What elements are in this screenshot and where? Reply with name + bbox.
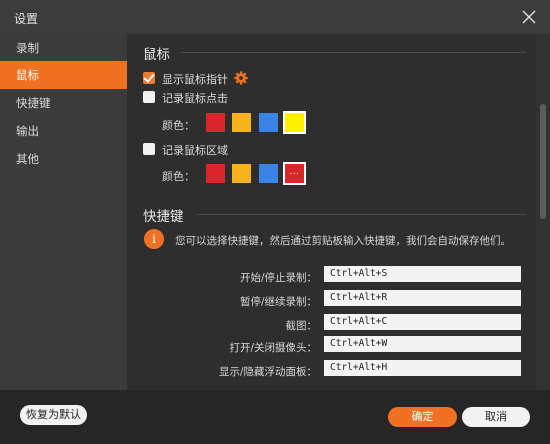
hotkey-input-webcam[interactable]: Ctrl+Alt+W: [324, 336, 521, 352]
section-divider: [196, 214, 526, 215]
gear-icon[interactable]: [234, 71, 248, 85]
window-title: 设置: [14, 12, 39, 26]
sidebar-item-mouse[interactable]: 鼠标: [0, 61, 127, 89]
content-scrollbar[interactable]: [536, 34, 550, 390]
scrollbar-thumb[interactable]: [540, 104, 546, 219]
hotkey-input-screenshot[interactable]: Ctrl+Alt+C: [324, 314, 521, 330]
section-divider: [181, 52, 526, 53]
click-color-swatch-3[interactable]: [259, 113, 278, 132]
record-area-label: 记录鼠标区域: [162, 144, 228, 157]
click-color-swatch-4[interactable]: [285, 113, 304, 132]
area-color-label: 颜色：: [162, 170, 195, 183]
sidebar-item-hotkeys[interactable]: 快捷键: [0, 89, 127, 117]
ok-button[interactable]: 确定: [388, 407, 457, 427]
custom-color-swatch[interactable]: ...: [285, 164, 304, 183]
cancel-button[interactable]: 取消: [462, 407, 530, 427]
click-color-swatch-2[interactable]: [232, 113, 251, 132]
mouse-section-title: 鼠标: [143, 47, 170, 63]
info-icon: i: [144, 229, 164, 249]
hotkey-label-pause-resume: 暂停/继续录制：: [239, 296, 317, 308]
sidebar-item-other[interactable]: 其他: [0, 145, 127, 173]
area-color-swatch-3[interactable]: [259, 164, 278, 183]
title-bar: 设置: [0, 0, 550, 34]
hotkey-label-start-stop: 开始/停止录制：: [239, 272, 317, 284]
restore-defaults-button[interactable]: 恢复为默认: [20, 405, 87, 425]
show-cursor-label: 显示鼠标指针: [162, 73, 228, 86]
hotkey-label-float-panel: 显示/隐藏浮动面板：: [218, 366, 317, 378]
click-color-swatch-1[interactable]: [206, 113, 225, 132]
record-area-checkbox[interactable]: [143, 143, 155, 155]
hotkey-input-float-panel[interactable]: Ctrl+Alt+H: [324, 360, 521, 376]
area-color-swatch-2[interactable]: [232, 164, 251, 183]
area-color-swatch-1[interactable]: [206, 164, 225, 183]
hotkey-label-webcam: 打开/关闭摄像头：: [229, 342, 317, 354]
sidebar: 录制 鼠标 快捷键 输出 其他: [0, 34, 127, 390]
hotkey-input-pause-resume[interactable]: Ctrl+Alt+R: [324, 290, 521, 306]
hotkey-label-screenshot: 截图：: [285, 320, 318, 332]
record-clicks-label: 记录鼠标点击: [162, 92, 228, 105]
sidebar-item-record[interactable]: 录制: [0, 34, 127, 62]
show-cursor-checkbox[interactable]: [143, 72, 155, 84]
settings-content: 鼠标 显示鼠标指针 记录鼠标点击 颜色： 记录鼠标区域 颜色： ... 快捷键 …: [127, 34, 550, 390]
click-color-label: 颜色：: [162, 119, 195, 132]
close-icon[interactable]: [522, 10, 536, 24]
custom-color-dots: ...: [289, 167, 300, 177]
sidebar-item-output[interactable]: 输出: [0, 117, 127, 145]
hotkeys-section-title: 快捷键: [143, 209, 184, 225]
hotkey-input-start-stop[interactable]: Ctrl+Alt+S: [324, 266, 521, 282]
hotkeys-info-text: 您可以选择快捷键，然后通过剪贴板输入快捷键，我们会自动保存他们。: [175, 235, 511, 247]
record-clicks-checkbox[interactable]: [143, 91, 155, 103]
